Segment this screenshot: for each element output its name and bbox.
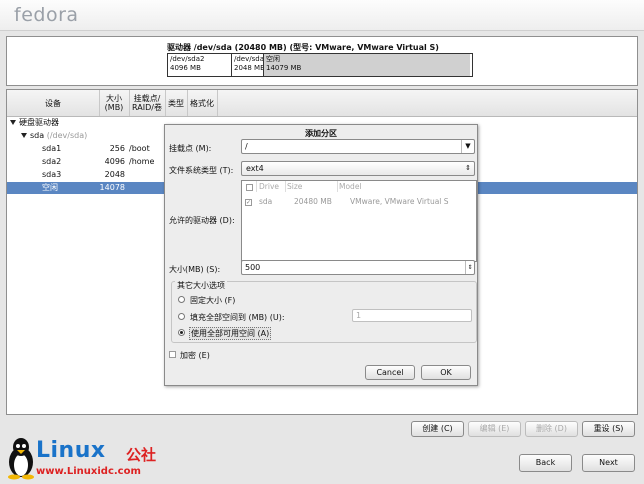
size-options-group: 其它大小选项 固定大小 (F) 填充全部空间到 (MB) (U): 1 使用全部… (171, 280, 477, 343)
partition-bar: /dev/sda2 4096 MB /dev/sda 2048 MB 空闲 14… (167, 53, 473, 77)
tree-header: 设备 大小 (MB) 挂载点/ RAID/卷 类型 格式化 (7, 90, 637, 117)
add-partition-dialog: 添加分区 挂载点 (M): / ▼ 文件系统类型 (T): ext4 ⇕ 允许的… (164, 124, 478, 386)
allowed-drives-label: 允许的驱动器 (D): (169, 216, 235, 225)
fs-type-select[interactable]: ext4 ⇕ (241, 161, 475, 176)
size-label: 大小(MB) (S): (169, 265, 221, 274)
select-all-checkbox (245, 183, 253, 191)
fs-type-label: 文件系统类型 (T): (169, 166, 234, 175)
updown-icon: ⇕ (465, 164, 471, 172)
expand-icon[interactable] (21, 133, 27, 138)
fedora-logo: fedora (14, 4, 79, 26)
watermark-url: www.Linuxidc.com (36, 466, 141, 477)
col-drive-size[interactable]: Size (285, 181, 338, 192)
fill-upto-spinner[interactable]: 1 (352, 309, 472, 322)
mount-point-label: 挂载点 (M): (169, 144, 212, 153)
watermark-logo: Linux (36, 438, 106, 463)
col-type[interactable]: 类型 (165, 90, 188, 116)
size-spinner[interactable]: 500 ⇕ (241, 260, 475, 275)
watermark-cn: 公社 (126, 446, 157, 464)
col-device[interactable]: 设备 (7, 90, 100, 116)
chevron-down-icon[interactable]: ▼ (461, 140, 474, 153)
allowed-drives-list[interactable]: Drive Size Model sda 20480 MB VMware, VM… (241, 180, 477, 262)
top-bar: fedora (0, 0, 644, 31)
fixed-size-radio[interactable] (178, 296, 185, 303)
create-button[interactable]: 创建 (C) (411, 421, 464, 437)
next-button[interactable]: Next (582, 454, 635, 472)
drive-summary-panel: 驱动器 /dev/sda (20480 MB) (型号: VMware, VMw… (6, 36, 638, 86)
dialog-title: 添加分区 (305, 129, 337, 138)
size-options-title: 其它大小选项 (175, 280, 227, 291)
fill-max-radio[interactable] (178, 329, 185, 336)
cancel-button[interactable]: Cancel (365, 365, 415, 380)
tux-penguin-icon (8, 438, 34, 480)
segment-sda2[interactable]: /dev/sda2 4096 MB (168, 54, 232, 76)
spinner-arrows-icon[interactable]: ⇕ (465, 261, 474, 274)
fill-upto-radio[interactable] (178, 313, 185, 320)
drive-sda-checkbox[interactable] (245, 198, 252, 206)
drive-title: 驱动器 /dev/sda (20480 MB) (型号: VMware, VMw… (167, 43, 439, 52)
mount-point-combo[interactable]: / ▼ (241, 139, 475, 154)
segment-free[interactable]: 空闲 14079 MB (264, 54, 470, 76)
col-format[interactable]: 格式化 (187, 90, 218, 116)
col-mount[interactable]: 挂载点/ RAID/卷 (129, 90, 166, 116)
reset-button[interactable]: 重设 (S) (582, 421, 635, 437)
col-model[interactable]: Model (337, 181, 477, 192)
back-button[interactable]: Back (519, 454, 572, 472)
delete-button[interactable]: 删除 (D) (525, 421, 578, 437)
ok-button[interactable]: OK (421, 365, 471, 380)
encrypt-checkbox[interactable] (169, 351, 176, 358)
col-drive[interactable]: Drive (257, 181, 286, 192)
expand-icon[interactable] (10, 120, 16, 125)
edit-button[interactable]: 编辑 (E) (468, 421, 521, 437)
col-size[interactable]: 大小 (MB) (99, 90, 130, 116)
segment-sda3[interactable]: /dev/sda 2048 MB (232, 54, 264, 76)
